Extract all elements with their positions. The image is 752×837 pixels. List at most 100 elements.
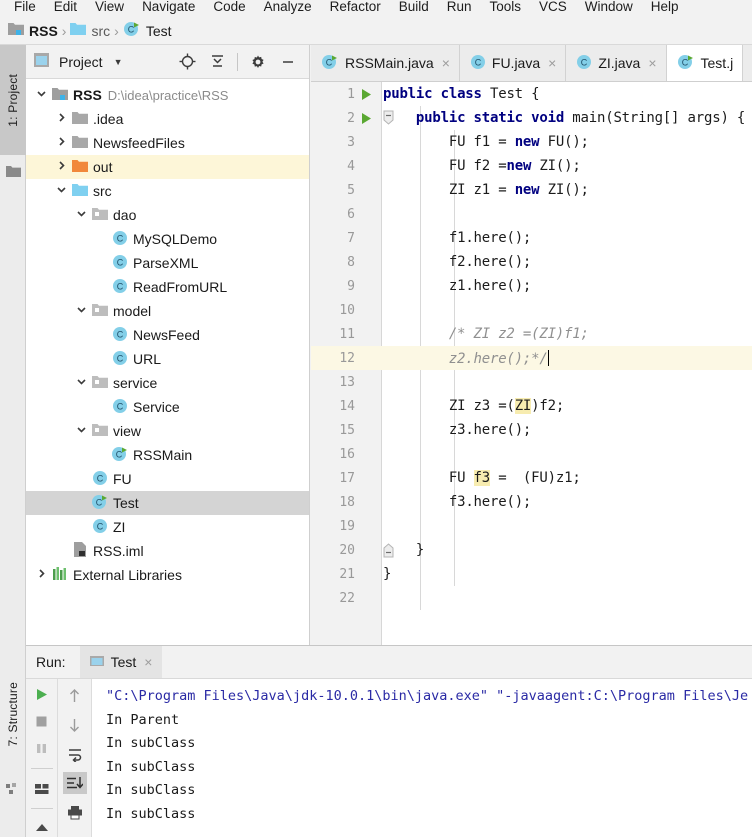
code-line[interactable]: 4 FU f2 =new ZI(); — [347, 154, 752, 178]
down-arrow-icon[interactable] — [63, 714, 87, 736]
code-line[interactable]: 9 z1.here(); — [347, 274, 752, 298]
breadcrumb-item-rss[interactable]: RSS — [8, 22, 58, 39]
code-line[interactable]: 11 /* ZI z2 =(ZI)f1; — [339, 322, 752, 346]
stop-icon[interactable] — [30, 712, 54, 731]
code-line[interactable]: 7 f1.here(); — [347, 226, 752, 250]
tree-node-rssmain[interactable]: C RSSMain — [26, 443, 309, 467]
menu-item-refactor[interactable]: Refactor — [321, 0, 390, 14]
code-line[interactable]: 5 ZI z1 = new ZI(); — [347, 178, 752, 202]
print-icon[interactable] — [63, 801, 87, 823]
tree-node-mysqldemo[interactable]: C MySQLDemo — [26, 227, 309, 251]
tree-node-external-libraries[interactable]: External Libraries — [26, 563, 309, 587]
menu-item-build[interactable]: Build — [390, 0, 438, 14]
menu-item-help[interactable]: Help — [642, 0, 688, 14]
chevron-right-icon[interactable] — [32, 568, 50, 582]
chevron-right-icon[interactable] — [52, 160, 70, 174]
chevron-down-icon[interactable] — [52, 184, 70, 198]
code-line[interactable]: 18 f3.here(); — [339, 490, 752, 514]
code-line[interactable]: 14 ZI z3 =(ZI)f2; — [339, 394, 752, 418]
chevron-down-icon[interactable] — [72, 424, 90, 438]
soft-wrap-icon[interactable] — [63, 743, 87, 765]
layout-icon[interactable] — [30, 779, 54, 798]
minimize-icon[interactable] — [275, 49, 301, 75]
breadcrumb-item-test[interactable]: C Test — [123, 21, 172, 40]
tree-node-rss[interactable]: RSS D:\idea\practice\RSS — [26, 83, 309, 107]
pause-icon[interactable] — [30, 739, 54, 758]
editor-tab-zi-java[interactable]: C ZI.java × — [566, 45, 667, 81]
menu-item-edit[interactable]: Edit — [45, 0, 86, 14]
scroll-to-end-icon[interactable] — [62, 772, 87, 794]
menu-item-window[interactable]: Window — [576, 0, 642, 14]
tree-node-service[interactable]: service — [26, 371, 309, 395]
tree-node-fu[interactable]: C FU — [26, 467, 309, 491]
tree-node-dao[interactable]: dao — [26, 203, 309, 227]
code-line[interactable]: 15 z3.here(); — [339, 418, 752, 442]
code-line[interactable]: 2 public static void main(String[] args)… — [347, 106, 752, 130]
code-line[interactable]: 3 FU f1 = new FU(); — [347, 130, 752, 154]
menu-item-view[interactable]: View — [86, 0, 133, 14]
menu-item-file[interactable]: File — [5, 0, 45, 14]
chevron-right-icon[interactable] — [52, 136, 70, 150]
code-content[interactable]: 1 public class Test {2 public static void… — [311, 82, 752, 645]
run-tab-test[interactable]: Test × — [79, 646, 163, 678]
editor-tab-fu-java[interactable]: C FU.java × — [459, 45, 567, 81]
menu-item-vcs[interactable]: VCS — [530, 0, 576, 14]
code-line[interactable]: 12 z2.here();*/ — [311, 346, 752, 370]
tree-node-zi[interactable]: C ZI — [26, 515, 309, 539]
tree-node--idea[interactable]: .idea — [26, 107, 309, 131]
code-line[interactable]: 21} — [339, 562, 752, 586]
chevron-right-icon[interactable] — [52, 112, 70, 126]
collapse-all-icon[interactable] — [204, 49, 230, 75]
rerun-icon[interactable] — [30, 685, 54, 704]
run-gutter-icon[interactable] — [355, 106, 377, 130]
code-line[interactable]: 20 } — [339, 538, 752, 562]
tree-node-out[interactable]: out — [26, 155, 309, 179]
tree-node-url[interactable]: C URL — [26, 347, 309, 371]
chevron-down-icon[interactable] — [32, 88, 50, 102]
code-editor[interactable]: 1 public class Test {2 public static void… — [311, 82, 752, 645]
code-line[interactable]: 16 — [339, 442, 752, 466]
breadcrumb-item-src[interactable]: src — [70, 22, 110, 39]
tree-node-model[interactable]: model — [26, 299, 309, 323]
fold-close-icon[interactable] — [379, 538, 397, 562]
tree-node-service[interactable]: C Service — [26, 395, 309, 419]
close-icon[interactable]: × — [648, 56, 656, 70]
menu-item-run[interactable]: Run — [438, 0, 481, 14]
chevron-down-icon[interactable] — [72, 304, 90, 318]
tree-node-newsfeed[interactable]: C NewsFeed — [26, 323, 309, 347]
tree-node-view[interactable]: view — [26, 419, 309, 443]
code-line[interactable]: 6 — [347, 202, 752, 226]
editor-tab-rssmain-java[interactable]: C RSSMain.java × — [311, 45, 460, 81]
code-line[interactable]: 17 FU f3 = (FU)z1; — [339, 466, 752, 490]
tree-node-newsfeedfiles[interactable]: NewsfeedFiles — [26, 131, 309, 155]
close-icon[interactable]: × — [144, 655, 152, 669]
up-arrow-icon[interactable] — [63, 685, 87, 707]
close-icon[interactable]: × — [548, 56, 556, 70]
code-line[interactable]: 10 — [339, 298, 752, 322]
console-output[interactable]: "C:\Program Files\Java\jdk-10.0.1\bin\ja… — [92, 679, 752, 837]
tree-node-rss-iml[interactable]: RSS.iml — [26, 539, 309, 563]
code-line[interactable]: 1 public class Test { — [347, 82, 752, 106]
tool-window-button-structure[interactable]: 7: Structure — [0, 653, 26, 775]
gear-icon[interactable] — [245, 49, 271, 75]
chevron-down-icon[interactable]: ▼ — [114, 57, 123, 67]
locate-target-icon[interactable] — [174, 49, 200, 75]
tool-window-button-project[interactable]: 1: Project — [0, 45, 26, 155]
tree-node-parsexml[interactable]: C ParseXML — [26, 251, 309, 275]
chevron-down-icon[interactable] — [72, 376, 90, 390]
menu-item-code[interactable]: Code — [204, 0, 254, 14]
up-triangle-icon[interactable] — [30, 819, 54, 837]
tree-node-test[interactable]: C Test — [26, 491, 309, 515]
run-gutter-icon[interactable] — [355, 82, 377, 106]
tree-node-src[interactable]: src — [26, 179, 309, 203]
menu-item-analyze[interactable]: Analyze — [255, 0, 321, 14]
menu-item-navigate[interactable]: Navigate — [133, 0, 204, 14]
code-line[interactable]: 22 — [339, 586, 752, 610]
editor-tab-test-j[interactable]: C Test.j — [666, 45, 744, 81]
fold-open-icon[interactable] — [379, 106, 397, 130]
code-line[interactable]: 13 — [339, 370, 752, 394]
chevron-down-icon[interactable] — [72, 208, 90, 222]
close-icon[interactable]: × — [442, 56, 450, 70]
tree-node-readfromurl[interactable]: C ReadFromURL — [26, 275, 309, 299]
code-line[interactable]: 8 f2.here(); — [347, 250, 752, 274]
